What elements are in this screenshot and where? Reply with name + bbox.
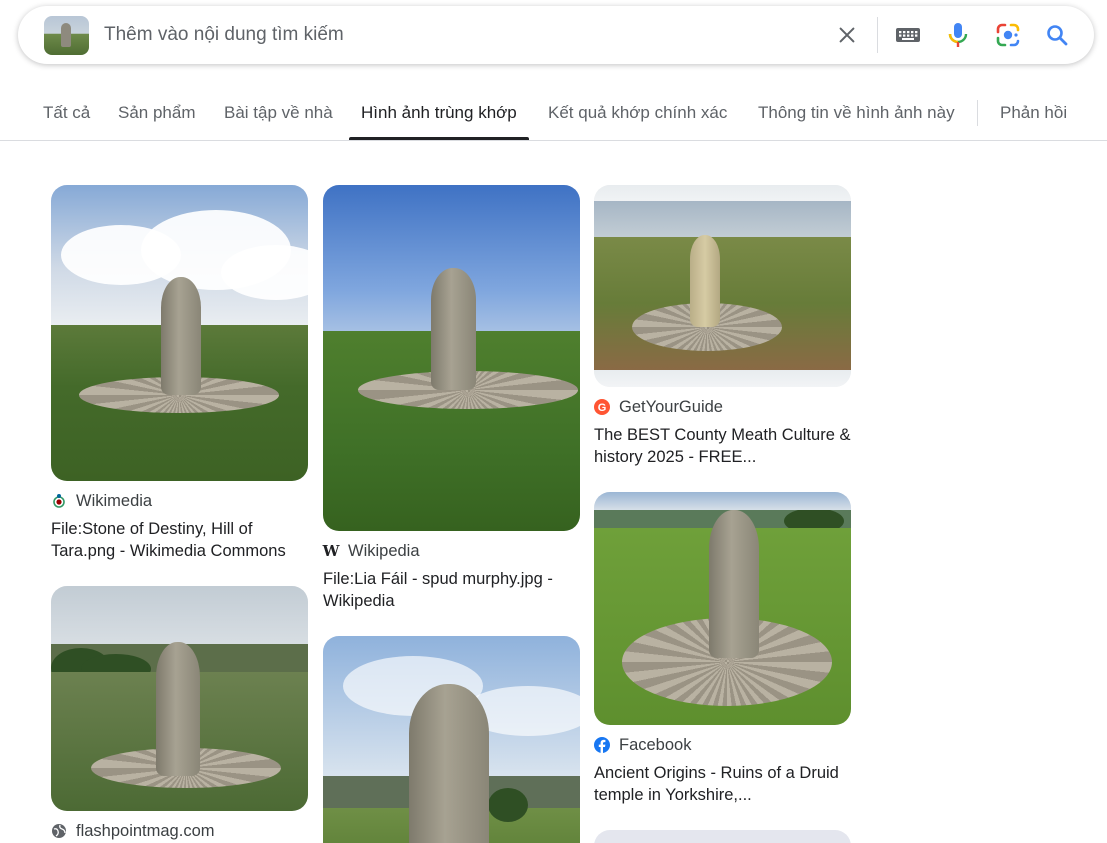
result-title[interactable]: Ancient Origins - Ruins of a Druid templ… bbox=[594, 762, 851, 806]
lens-icon bbox=[996, 23, 1020, 47]
facebook-icon bbox=[594, 737, 610, 753]
search-bar bbox=[18, 6, 1094, 64]
result-source: flashpointmag.com bbox=[51, 820, 308, 842]
standing-stone bbox=[409, 684, 489, 843]
svg-text:G: G bbox=[598, 402, 607, 414]
result-source: G GetYourGuide bbox=[594, 396, 851, 418]
result-title[interactable]: File:Lia Fáil - spud murphy.jpg - Wikipe… bbox=[323, 568, 580, 612]
result-source-name[interactable]: flashpointmag.com bbox=[76, 822, 215, 841]
result-source-name[interactable]: Wikimedia bbox=[76, 492, 152, 511]
query-image-stone bbox=[61, 23, 71, 47]
query-image-thumbnail[interactable] bbox=[44, 16, 89, 55]
result-source-name[interactable]: GetYourGuide bbox=[619, 398, 723, 417]
result-source-name[interactable]: Wikipedia bbox=[348, 542, 420, 561]
wikipedia-icon: W bbox=[322, 542, 340, 560]
result-source: Facebook bbox=[594, 734, 851, 756]
search-input[interactable] bbox=[104, 6, 804, 64]
tab-divider bbox=[977, 100, 978, 126]
result-image[interactable] bbox=[323, 636, 580, 843]
tab-feedback[interactable]: Phản hồi bbox=[1000, 86, 1067, 140]
result-card-partial-2[interactable] bbox=[594, 830, 851, 843]
tab-products[interactable]: Sản phẩm bbox=[118, 86, 196, 140]
image-bush bbox=[488, 788, 528, 822]
result-card-wikimedia[interactable]: Wikimedia File:Stone of Destiny, Hill of… bbox=[51, 185, 308, 562]
standing-stone bbox=[161, 277, 201, 395]
result-card-wikipedia[interactable]: W Wikipedia File:Lia Fáil - spud murphy.… bbox=[323, 185, 580, 612]
result-title[interactable]: The BEST County Meath Culture & history … bbox=[594, 424, 851, 468]
search-bar-divider bbox=[877, 17, 878, 53]
result-title[interactable]: File:Stone of Destiny, Hill of Tara.png … bbox=[51, 518, 308, 562]
result-image[interactable] bbox=[51, 185, 308, 481]
result-card-getyourguide[interactable]: G GetYourGuide The BEST County Meath Cul… bbox=[594, 185, 851, 468]
tab-exact-matches[interactable]: Kết quả khớp chính xác bbox=[548, 86, 727, 140]
wikimedia-icon bbox=[51, 493, 67, 509]
keyboard-icon bbox=[896, 28, 920, 42]
search-button[interactable] bbox=[1041, 19, 1073, 51]
result-image[interactable] bbox=[323, 185, 580, 531]
tab-all[interactable]: Tất cả bbox=[43, 86, 90, 140]
tab-visual-matches[interactable]: Hình ảnh trùng khớp bbox=[349, 86, 529, 140]
getyourguide-icon: G bbox=[594, 399, 610, 415]
image-bottom-band bbox=[594, 370, 851, 387]
result-source-name[interactable]: Facebook bbox=[619, 736, 691, 755]
results-tabs: Tất cả Sản phẩm Bài tập về nhà Hình ảnh … bbox=[0, 86, 1107, 141]
microphone-icon bbox=[948, 23, 968, 47]
result-image[interactable] bbox=[594, 830, 851, 843]
close-icon bbox=[839, 27, 855, 43]
search-icon bbox=[1047, 25, 1068, 46]
clear-search-button[interactable] bbox=[831, 19, 863, 51]
result-card-flashpointmag[interactable]: flashpointmag.com bbox=[51, 586, 308, 842]
standing-stone bbox=[690, 235, 720, 327]
standing-stone bbox=[431, 268, 476, 390]
voice-search-button[interactable] bbox=[942, 19, 974, 51]
result-image[interactable] bbox=[51, 586, 308, 811]
result-source: Wikimedia bbox=[51, 490, 308, 512]
tab-homework[interactable]: Bài tập về nhà bbox=[224, 86, 333, 140]
google-lens-button[interactable] bbox=[992, 19, 1024, 51]
standing-stone bbox=[156, 642, 200, 776]
result-source: W Wikipedia bbox=[323, 540, 580, 562]
virtual-keyboard-button[interactable] bbox=[892, 19, 924, 51]
result-image[interactable] bbox=[594, 492, 851, 725]
standing-stone bbox=[709, 510, 759, 658]
globe-icon bbox=[51, 823, 67, 839]
result-card-partial[interactable] bbox=[323, 636, 580, 843]
result-card-facebook[interactable]: Facebook Ancient Origins - Ruins of a Dr… bbox=[594, 492, 851, 806]
image-sky bbox=[594, 201, 851, 241]
result-image[interactable] bbox=[594, 185, 851, 387]
tab-about-this-image[interactable]: Thông tin về hình ảnh này bbox=[758, 86, 955, 140]
